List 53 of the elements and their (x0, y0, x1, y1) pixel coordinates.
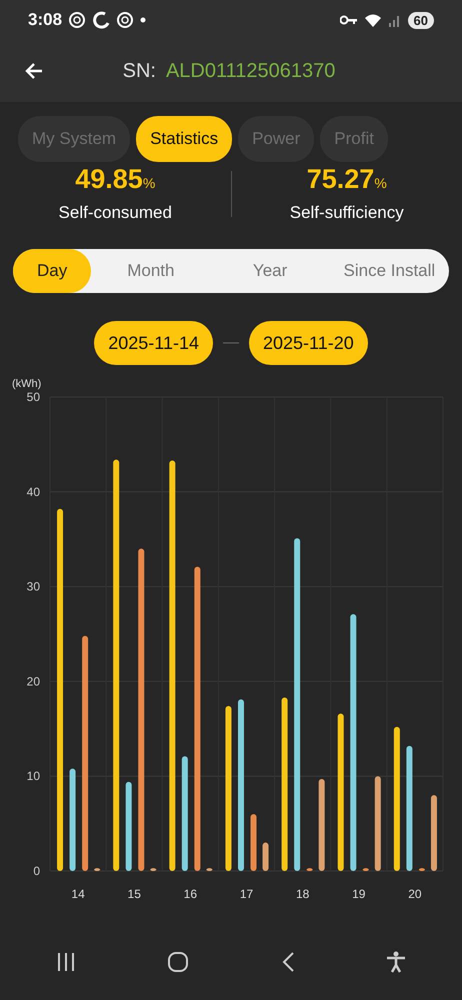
bar (94, 868, 100, 871)
tab[interactable]: My System (18, 116, 130, 162)
y-tick-label: 10 (26, 769, 40, 784)
period-tab[interactable]: Since Install (330, 249, 449, 293)
stat-value: 49.85% (75, 164, 156, 195)
refresh-icon (92, 11, 110, 29)
x-tick-label: 20 (408, 887, 422, 901)
serial-number: ALD011125061370 (166, 60, 336, 82)
bar (362, 868, 369, 871)
end-date-button[interactable]: 2025-11-20 (249, 321, 368, 365)
signal-icon (388, 13, 402, 27)
battery-indicator: 60 (408, 12, 434, 28)
y-tick-label: 20 (26, 674, 40, 688)
back-icon[interactable] (280, 951, 295, 973)
bar (206, 868, 212, 871)
y-tick-label: 30 (26, 580, 40, 594)
key-icon (340, 15, 358, 25)
y-tick-label: 40 (26, 484, 40, 499)
home-icon[interactable] (167, 951, 190, 973)
bar (250, 814, 257, 871)
serial-label: SN: (122, 60, 156, 82)
x-tick-label: 15 (128, 887, 141, 901)
period-tab[interactable]: Day (13, 249, 92, 293)
spiral-icon (68, 11, 86, 29)
dot-icon (140, 17, 146, 23)
back-arrow-icon[interactable] (24, 62, 44, 80)
period-tab[interactable]: Year (210, 249, 330, 293)
bar (306, 868, 313, 871)
axis-unit-label: (kWh) (12, 378, 42, 390)
x-tick-label: 19 (352, 887, 366, 901)
wifi-icon (364, 13, 382, 27)
stat-value: 75.27% (306, 164, 387, 195)
x-tick-label: 16 (184, 887, 198, 901)
bar (150, 868, 156, 871)
recent-apps-icon[interactable] (56, 952, 76, 972)
x-tick-label: 17 (240, 887, 254, 901)
tab[interactable]: Power (238, 116, 314, 162)
bar (418, 868, 425, 871)
start-date-button[interactable]: 2025-11-14 (94, 321, 213, 365)
period-tab[interactable]: Month (91, 249, 210, 293)
x-tick-label: 14 (71, 887, 85, 901)
accessibility-icon[interactable] (386, 951, 406, 973)
stat-label: Self-consumed (58, 203, 172, 223)
date-separator: — (223, 334, 239, 352)
status-time: 3:08 (28, 10, 62, 30)
y-tick-label: 0 (33, 864, 40, 878)
bar (262, 842, 269, 871)
x-tick-label: 18 (296, 887, 310, 901)
stat-label: Self-sufficiency (290, 203, 404, 223)
spiral-icon (116, 11, 134, 29)
tab[interactable]: Statistics (136, 116, 232, 162)
y-tick-label: 50 (26, 390, 40, 404)
tab[interactable]: Profit (320, 116, 388, 162)
